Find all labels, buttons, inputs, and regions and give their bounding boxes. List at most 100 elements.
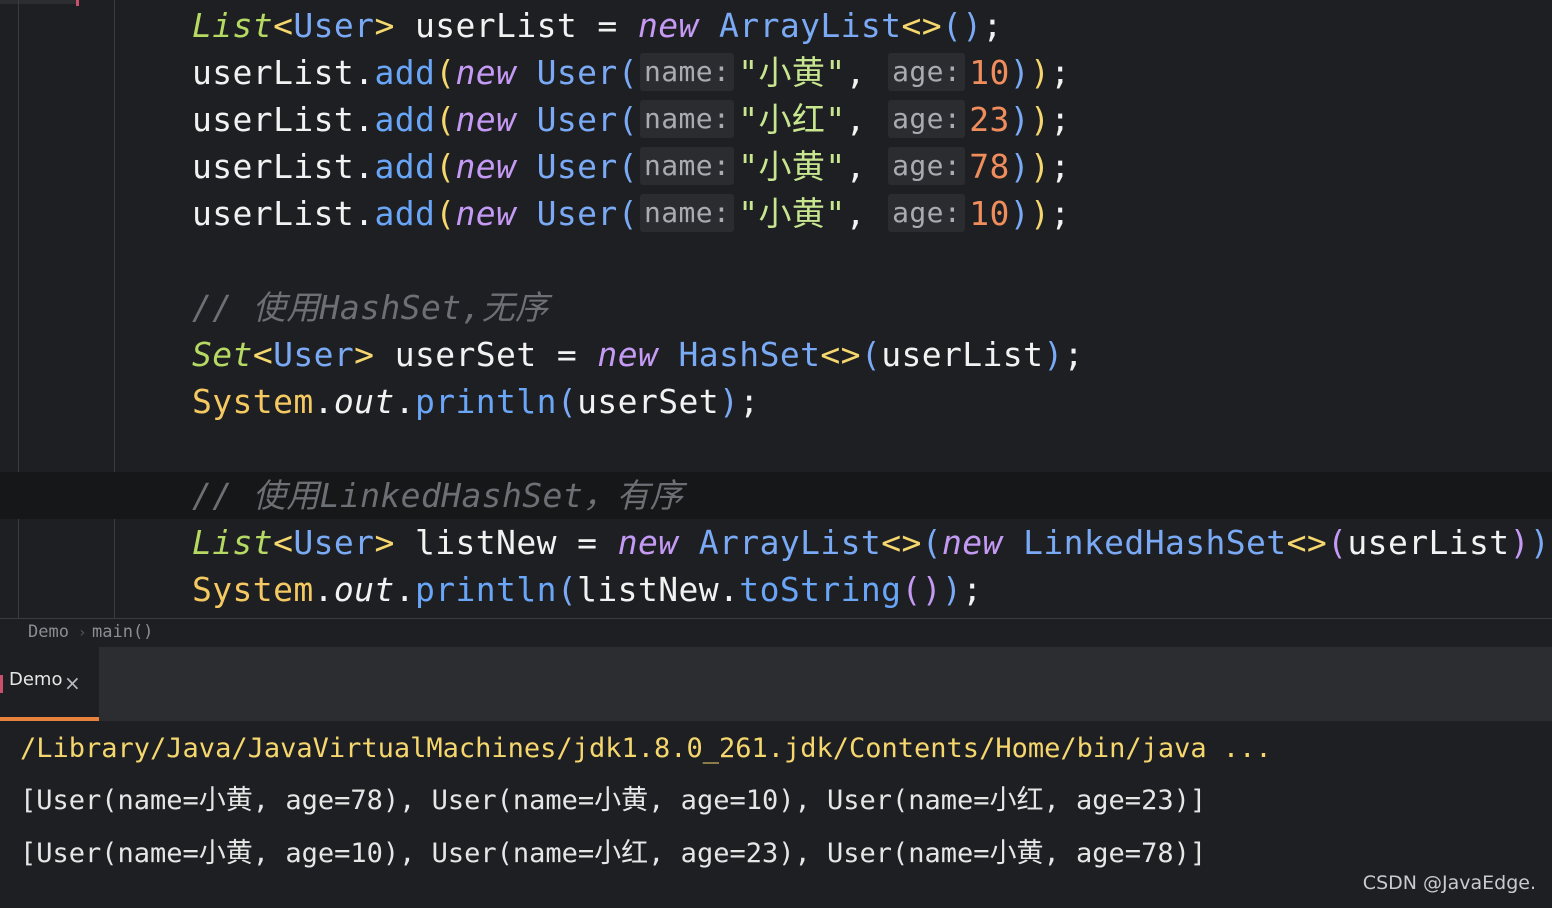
- code-line[interactable]: List<User> listNew = new ArrayList<>(new…: [192, 519, 1552, 566]
- code-token: new: [455, 147, 537, 186]
- code-comment: // 使用LinkedHashSet，有序: [192, 476, 684, 515]
- code-token: ): [1043, 335, 1064, 374]
- code-line[interactable]: List<User> userList = new ArrayList<>();: [192, 2, 1003, 49]
- code-token: new: [455, 53, 537, 92]
- code-token: (): [901, 570, 942, 609]
- code-token: (: [617, 194, 638, 233]
- code-token: =: [597, 6, 638, 45]
- code-token: add: [374, 100, 436, 139]
- code-token: >: [374, 523, 415, 562]
- code-token: ): [1030, 53, 1051, 92]
- code-editor[interactable]: List<User> userList = new ArrayList<>();…: [0, 0, 1552, 618]
- code-line[interactable]: // 使用HashSet,无序: [192, 284, 549, 331]
- number-literal: 78: [969, 147, 1010, 186]
- code-token: ,: [845, 147, 887, 186]
- code-token: Set: [192, 335, 253, 374]
- breadcrumb-class[interactable]: Demo: [28, 622, 69, 642]
- code-token: userList: [414, 6, 598, 45]
- code-token: ;: [739, 382, 760, 421]
- code-token: <: [252, 335, 274, 374]
- editor-top-marker: [76, 0, 79, 6]
- code-token: .: [354, 100, 375, 139]
- code-token: .: [719, 570, 740, 609]
- code-token: ;: [1050, 53, 1071, 92]
- code-token: .: [394, 570, 415, 609]
- code-token: .: [354, 53, 375, 92]
- code-token: >: [354, 335, 395, 374]
- code-line[interactable]: // 使用LinkedHashSet，有序: [192, 472, 683, 519]
- run-console[interactable]: /Library/Java/JavaVirtualMachines/jdk1.8…: [0, 721, 1552, 908]
- code-line[interactable]: Set<User> userSet = new HashSet<>(userLi…: [192, 331, 1084, 378]
- code-token: userList: [192, 194, 355, 233]
- code-token: toString: [739, 570, 902, 609]
- code-token: <>: [1286, 523, 1328, 562]
- close-icon[interactable]: ×: [64, 671, 81, 695]
- code-token: User: [536, 147, 618, 186]
- code-token: listNew: [577, 570, 720, 609]
- code-token: System: [192, 570, 314, 609]
- code-token: User: [536, 100, 618, 139]
- code-token: (: [435, 100, 456, 139]
- code-token: userSet: [394, 335, 557, 374]
- code-token: ;: [1050, 194, 1071, 233]
- code-token: LinkedHashSet: [1023, 523, 1287, 562]
- code-line[interactable]: userList.add(new User(name: "小黄", age: 10)…: [192, 190, 1071, 237]
- param-hint-name: name:: [639, 194, 735, 232]
- code-token: ): [719, 382, 740, 421]
- console-output-line-1: [User(name=小黄, age=78), User(name=小黄, ag…: [20, 785, 1207, 816]
- code-token: ): [1009, 100, 1031, 139]
- watermark: CSDN @JavaEdge.: [1362, 872, 1536, 894]
- code-token: userList: [192, 53, 355, 92]
- code-token: ): [1009, 147, 1031, 186]
- code-token: userList: [881, 335, 1044, 374]
- run-tool-window-header: Demo ×: [0, 647, 1552, 721]
- code-line[interactable]: System.out.println(listNew.toString());: [192, 566, 983, 613]
- code-token: add: [374, 194, 436, 233]
- code-token: userSet: [577, 382, 720, 421]
- number-literal: 10: [969, 194, 1010, 233]
- code-token: ): [1009, 194, 1031, 233]
- code-token: ;: [982, 6, 1003, 45]
- code-token: println: [414, 382, 557, 421]
- code-token: (: [556, 570, 578, 609]
- code-token: (): [942, 6, 983, 45]
- code-token: <: [273, 6, 294, 45]
- code-token: out: [333, 570, 395, 609]
- code-token: ): [1030, 147, 1051, 186]
- code-token: .: [394, 382, 415, 421]
- code-token: User: [536, 53, 618, 92]
- code-token: out: [333, 382, 395, 421]
- code-token: <>: [820, 335, 861, 374]
- code-token: ,: [845, 100, 887, 139]
- code-token: new: [617, 523, 699, 562]
- code-token: new: [942, 523, 1024, 562]
- code-token: <: [273, 523, 294, 562]
- code-token: ;: [1063, 335, 1084, 374]
- param-hint-age: age:: [888, 53, 966, 91]
- code-token: (: [617, 100, 638, 139]
- param-hint-name: name:: [639, 53, 735, 91]
- console-output-line-2: [User(name=小黄, age=10), User(name=小红, ag…: [20, 838, 1207, 869]
- code-token: add: [374, 147, 436, 186]
- code-token: (: [860, 335, 882, 374]
- run-tab-demo[interactable]: Demo ×: [0, 647, 99, 721]
- breadcrumb: Demo › main(): [0, 618, 1552, 647]
- code-token: >: [374, 6, 415, 45]
- code-token: <>: [881, 523, 922, 562]
- code-line[interactable]: userList.add(new User(name: "小黄", age: 10)…: [192, 49, 1071, 96]
- code-token: listNew: [414, 523, 578, 562]
- string-literal: "小黄": [738, 194, 846, 233]
- code-token: new: [455, 100, 537, 139]
- code-token: (: [921, 523, 943, 562]
- code-token: add: [374, 53, 436, 92]
- console-command-line: /Library/Java/JavaVirtualMachines/jdk1.8…: [20, 733, 1272, 764]
- param-hint-age: age:: [888, 194, 966, 232]
- string-literal: "小红": [738, 100, 846, 139]
- code-token: ;: [962, 570, 983, 609]
- code-line[interactable]: userList.add(new User(name: "小红", age: 23)…: [192, 96, 1071, 143]
- code-line[interactable]: System.out.println(userSet);: [192, 378, 760, 425]
- code-token: ): [1030, 100, 1051, 139]
- code-token: HashSet: [678, 335, 821, 374]
- breadcrumb-method[interactable]: main(): [92, 622, 153, 642]
- code-line[interactable]: userList.add(new User(name: "小黄", age: 78)…: [192, 143, 1071, 190]
